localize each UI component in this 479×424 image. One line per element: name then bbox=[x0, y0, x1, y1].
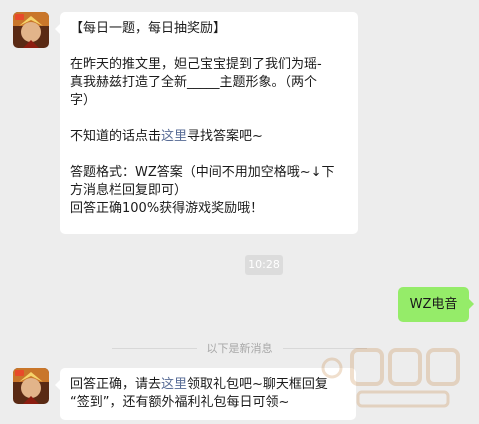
message-line: 方消息栏回复即可） bbox=[70, 182, 348, 200]
message-text: 寻找答案吧~ bbox=[187, 129, 263, 144]
message-text: 不知道的话点击 bbox=[70, 129, 162, 144]
message-bubble-reward: 回答正确，请去这里领取礼包吧~聊天框回复 “签到”，还有额外福利礼包每日可领~ bbox=[55, 368, 356, 420]
message-line: 字） bbox=[70, 92, 348, 110]
answer-link[interactable]: 这里 bbox=[161, 377, 187, 392]
message-text: 【每日一题，每日抽奖励】 bbox=[70, 21, 227, 36]
message-text: 在昨天的推文里，妲己宝宝提到了我们为瑶- bbox=[70, 57, 322, 72]
message-line: 在昨天的推文里，妲己宝宝提到了我们为瑶- bbox=[70, 56, 348, 74]
new-messages-divider: 以下是新消息 bbox=[112, 338, 367, 358]
message-line: 答题格式：WZ答案（中间不用加空格哦~↓下 bbox=[70, 164, 348, 182]
message-line: 回答正确，请去这里领取礼包吧~聊天框回复 bbox=[70, 376, 346, 394]
message-line: 回答正确100%获得游戏奖励哦！ bbox=[70, 200, 348, 218]
message-text: 领取礼包吧~聊天框回复 bbox=[187, 377, 328, 392]
message-text: 答题格式：WZ答案（中间不用加空格哦~↓下 bbox=[70, 165, 335, 180]
message-line: 真我赫兹打造了全新_____主题形象。（两个 bbox=[70, 74, 348, 92]
message-text: 回答正确，请去 bbox=[70, 377, 162, 392]
message-line: 【每日一题，每日抽奖励】 bbox=[70, 20, 348, 38]
bot-avatar-icon[interactable] bbox=[13, 368, 49, 404]
message-text: 回答正确100%获得游戏奖励哦！ bbox=[70, 201, 264, 216]
message-line: 不知道的话点击这里寻找答案吧~ bbox=[70, 128, 348, 146]
bot-avatar-icon[interactable] bbox=[13, 12, 49, 48]
message-text: 真我赫兹打造了全新_____主题形象。（两个 bbox=[70, 75, 318, 90]
message-bubble-question: 【每日一题，每日抽奖励】在昨天的推文里，妲己宝宝提到了我们为瑶- 真我赫兹打造了全… bbox=[55, 12, 358, 234]
outgoing-message-bubble: WZ电音 bbox=[398, 287, 474, 322]
divider-label: 以下是新消息 bbox=[206, 342, 273, 355]
timestamp-badge: 10:28 bbox=[245, 255, 283, 275]
message-text: 方消息栏回复即可） bbox=[70, 183, 188, 198]
answer-link[interactable]: 这里 bbox=[161, 129, 187, 144]
message-text: 字） bbox=[70, 93, 97, 108]
message-text: “签到”，还有额外福利礼包每日可领~ bbox=[70, 395, 290, 410]
message-line: “签到”，还有额外福利礼包每日可领~ bbox=[70, 394, 346, 412]
